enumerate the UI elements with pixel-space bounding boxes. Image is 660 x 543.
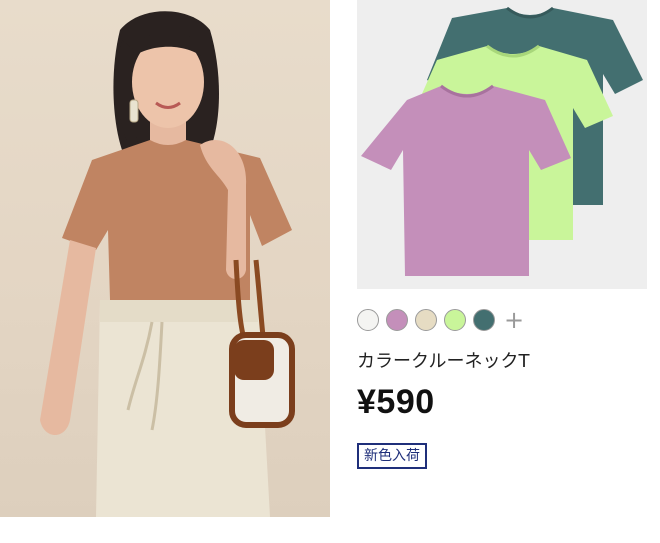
product-card[interactable]: + カラークルーネックT ¥590 新色入荷 [357, 0, 647, 543]
swatch-white[interactable] [357, 309, 379, 331]
swatch-teal[interactable] [473, 309, 495, 331]
product-image[interactable] [357, 0, 647, 289]
swatch-lime[interactable] [444, 309, 466, 331]
product-price: ¥590 [357, 383, 435, 421]
model-illustration [40, 11, 295, 517]
model-photo[interactable] [0, 0, 330, 517]
color-swatches: + [357, 308, 524, 332]
product-name[interactable]: カラークルーネックT [357, 347, 529, 373]
more-colors-plus-icon[interactable]: + [504, 308, 524, 332]
tshirt-stack-illustration [361, 6, 643, 276]
new-color-badge: 新色入荷 [357, 443, 427, 469]
swatch-beige[interactable] [415, 309, 437, 331]
swatch-pink[interactable] [386, 309, 408, 331]
